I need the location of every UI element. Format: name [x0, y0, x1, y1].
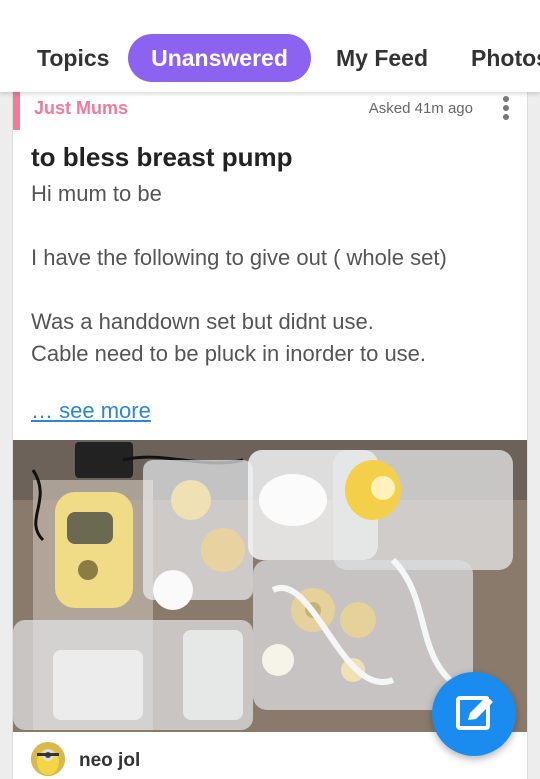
compose-icon [456, 693, 495, 730]
compose-button[interactable] [432, 672, 516, 756]
asked-timestamp: Asked 41m ago [368, 100, 473, 117]
more-vertical-icon[interactable] [501, 96, 511, 122]
tab-photos[interactable]: Photos [471, 34, 540, 82]
body-line: I have the following to give out ( whole… [31, 245, 447, 270]
body-line: Cable need to be pluck in inorder to use… [31, 341, 427, 366]
body-line: Hi mum to be [31, 181, 162, 206]
author-name[interactable]: neo jol [79, 750, 140, 772]
body-line [31, 210, 511, 242]
tab-topics[interactable]: Topics [37, 34, 109, 82]
tab-unanswered[interactable]: Unanswered [128, 34, 311, 82]
tab-bar: Topics Unanswered My Feed Photos [0, 0, 540, 92]
question-body: Hi mum to be I have the following to giv… [31, 178, 511, 370]
avatar[interactable] [31, 742, 65, 776]
body-line [31, 274, 511, 306]
question-title[interactable]: to bless breast pump [31, 142, 293, 173]
tab-my-feed[interactable]: My Feed [336, 34, 428, 82]
group-name[interactable]: Just Mums [34, 98, 128, 119]
group-accent-bar [13, 92, 20, 130]
see-more-link[interactable]: … see more [31, 398, 151, 424]
body-line: Was a handdown set but didnt use. [31, 309, 374, 334]
